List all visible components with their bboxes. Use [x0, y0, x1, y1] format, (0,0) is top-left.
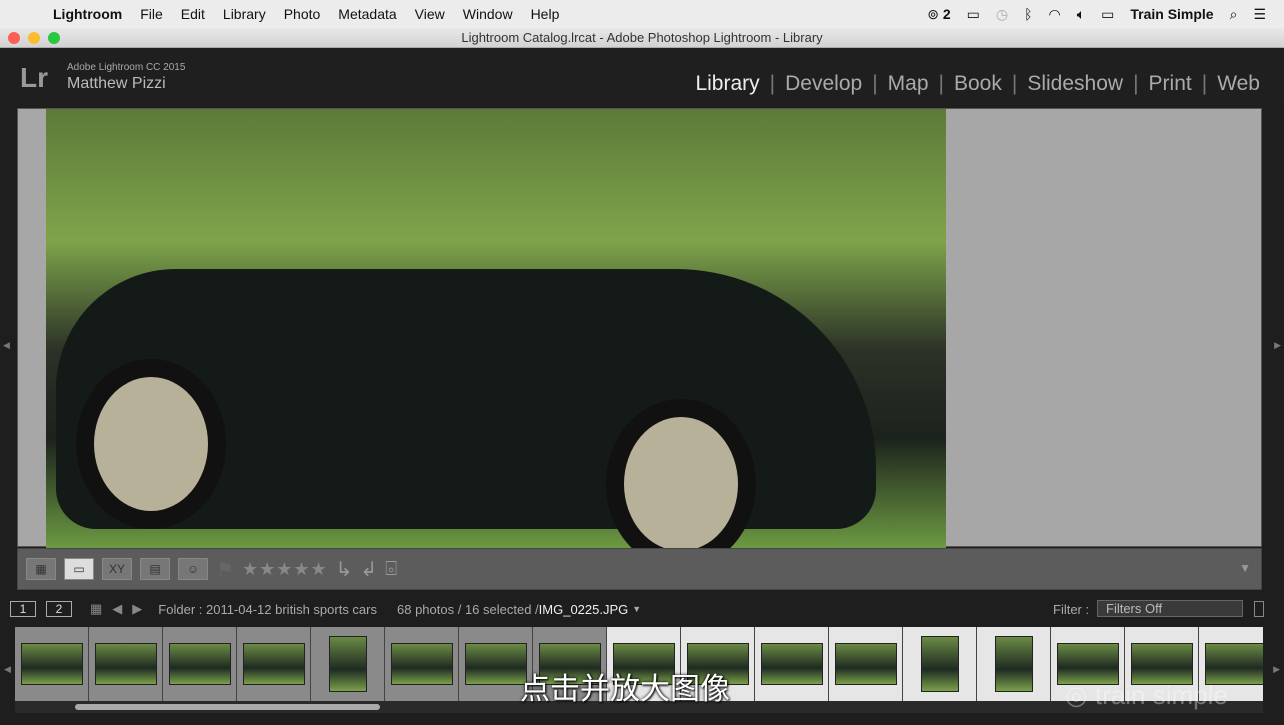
menu-photo[interactable]: Photo	[275, 6, 330, 22]
filmstrip-cell[interactable]	[977, 627, 1051, 701]
people-view-button[interactable]: ☺	[178, 558, 208, 580]
wheel-shape	[76, 359, 226, 529]
loupe-view-button[interactable]: ▭	[64, 558, 94, 580]
menu-window[interactable]: Window	[454, 6, 522, 22]
menu-view[interactable]: View	[406, 6, 454, 22]
photo-preview[interactable]	[46, 109, 946, 569]
photo-thumbnail[interactable]	[20, 643, 83, 685]
filmstrip-cell[interactable]	[89, 627, 163, 701]
close-button[interactable]	[8, 32, 20, 44]
filmstrip-scroll-right[interactable]: ▶	[1273, 664, 1280, 675]
filmstrip-cell[interactable]	[237, 627, 311, 701]
wifi-icon[interactable]: ◠	[1048, 6, 1060, 23]
filmstrip-cell[interactable]	[755, 627, 829, 701]
filter-lock-toggle[interactable]	[1254, 601, 1264, 617]
filmstrip-cell[interactable]	[163, 627, 237, 701]
photo-thumbnail[interactable]	[328, 636, 367, 692]
module-library[interactable]: Library	[685, 72, 769, 96]
filmstrip-cell[interactable]	[829, 627, 903, 701]
photo-thumbnail[interactable]	[994, 636, 1033, 692]
grid-icon[interactable]: ▦	[90, 601, 102, 617]
toolbar-menu-chevron-icon[interactable]: ▼	[1239, 561, 1251, 575]
photo-thumbnail[interactable]	[834, 643, 897, 685]
secondary-window-button[interactable]: 2	[46, 601, 72, 617]
creative-cloud-icon[interactable]: ⊚ 2	[927, 6, 950, 23]
face-detection-icon[interactable]: ⌻	[385, 558, 397, 581]
volume-icon[interactable]: 🔈︎	[1077, 6, 1085, 23]
filmstrip-header: 1 2 ▦ ◀ ▶ Folder : 2011-04-12 british sp…	[0, 597, 1284, 621]
module-book[interactable]: Book	[944, 72, 1012, 96]
library-toolbar: ▦ ▭ XY ▤ ☺ ⚑ ★★★★★ ↳ ↲ ⌻ ▼	[17, 548, 1262, 590]
filmstrip-cell[interactable]	[385, 627, 459, 701]
menu-help[interactable]: Help	[522, 6, 569, 22]
current-file[interactable]: IMG_0225.JPG	[539, 602, 629, 617]
identity-user: Matthew Pizzi	[67, 75, 166, 92]
right-panel-toggle[interactable]: ▶	[1274, 340, 1281, 351]
filmstrip-scroll-left[interactable]: ◀	[4, 664, 11, 675]
photo-count: 68 photos / 16 selected /	[397, 601, 539, 617]
scrollbar-thumb[interactable]	[75, 704, 380, 710]
filmstrip-cell[interactable]	[903, 627, 977, 701]
folder-source[interactable]: Folder : 2011-04-12 british sports cars	[158, 602, 377, 617]
left-panel-toggle[interactable]: ◀	[3, 340, 10, 351]
photo-thumbnail[interactable]	[1056, 643, 1119, 685]
photo-thumbnail[interactable]	[390, 643, 453, 685]
main-window-button[interactable]: 1	[10, 601, 36, 617]
photo-thumbnail[interactable]	[94, 643, 157, 685]
spotlight-search-icon[interactable]: ⌕	[1230, 6, 1238, 23]
grid-view-button[interactable]: ▦	[26, 558, 56, 580]
photo-thumbnail[interactable]	[1204, 643, 1263, 685]
flag-icon[interactable]: ⚑	[216, 557, 234, 582]
menu-edit[interactable]: Edit	[172, 6, 214, 22]
module-picker: Library | Develop | Map | Book | Slideshow | …	[685, 72, 1270, 96]
watermark-logo: ◎ train simple	[1065, 680, 1228, 710]
photo-thumbnail[interactable]	[1130, 643, 1193, 685]
rotate-left-icon[interactable]: ↲	[360, 557, 377, 582]
lightroom-logo: Lr	[20, 62, 48, 93]
filter-label: Filter :	[1053, 601, 1090, 617]
filmstrip-cell[interactable]	[15, 627, 89, 701]
module-develop[interactable]: Develop	[775, 72, 872, 96]
user-menu[interactable]: Train Simple	[1130, 6, 1213, 22]
bluetooth-icon[interactable]: ᛒ	[1024, 6, 1032, 22]
wheel-shape	[606, 399, 756, 569]
notification-list-icon[interactable]: ☰	[1253, 6, 1266, 23]
module-web[interactable]: Web	[1207, 72, 1270, 96]
module-map[interactable]: Map	[878, 72, 939, 96]
menu-bar: Lightroom File Edit Library Photo Metada…	[0, 0, 1284, 28]
back-arrow-icon[interactable]: ◀	[112, 601, 122, 617]
window-titlebar: Lightroom Catalog.lrcat - Adobe Photosho…	[0, 28, 1284, 48]
photo-thumbnail[interactable]	[920, 636, 959, 692]
survey-view-button[interactable]: ▤	[140, 558, 170, 580]
loupe-view[interactable]	[17, 108, 1262, 569]
compare-view-button[interactable]: XY	[102, 558, 132, 580]
filter-select[interactable]: Filters Off	[1097, 600, 1243, 617]
minimize-button[interactable]	[28, 32, 40, 44]
zoom-button[interactable]	[48, 32, 60, 44]
rating-stars[interactable]: ★★★★★	[242, 559, 328, 580]
menu-file[interactable]: File	[131, 6, 172, 22]
photo-thumbnail[interactable]	[464, 643, 527, 685]
rotate-right-icon[interactable]: ↳	[336, 557, 353, 582]
filmstrip-cell[interactable]	[311, 627, 385, 701]
video-subtitle: 点击并放大图像	[520, 672, 730, 707]
time-machine-icon[interactable]: ◷	[996, 6, 1008, 23]
identity-plate-bar: Lr Adobe Lightroom CC 2015 Matthew Pizzi…	[0, 48, 1284, 106]
product-name: Adobe Lightroom CC 2015	[67, 62, 186, 73]
battery-icon[interactable]: ▭	[1101, 6, 1114, 23]
file-menu-chevron-icon[interactable]: ▼	[632, 604, 641, 614]
photo-thumbnail[interactable]	[760, 643, 823, 685]
module-print[interactable]: Print	[1139, 72, 1202, 96]
module-slideshow[interactable]: Slideshow	[1017, 72, 1133, 96]
photo-thumbnail[interactable]	[168, 643, 231, 685]
menu-metadata[interactable]: Metadata	[329, 6, 405, 22]
forward-arrow-icon[interactable]: ▶	[132, 601, 142, 617]
photo-thumbnail[interactable]	[242, 643, 305, 685]
menu-app[interactable]: Lightroom	[44, 6, 131, 22]
menu-library[interactable]: Library	[214, 6, 275, 22]
airplay-icon[interactable]: ▭	[967, 6, 980, 23]
window-title: Lightroom Catalog.lrcat - Adobe Photosho…	[461, 30, 823, 45]
